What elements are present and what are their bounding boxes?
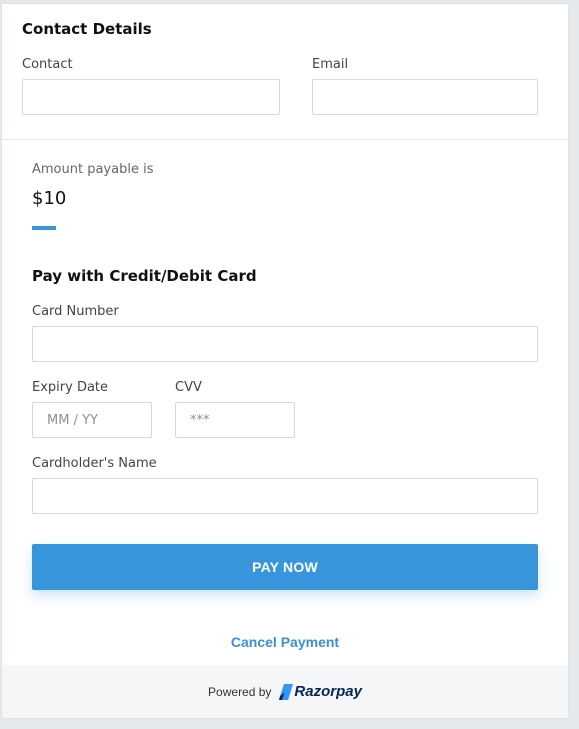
pay-now-button[interactable]: PAY NOW — [32, 544, 538, 590]
payment-card: Contact Details Contact Email Amount pay… — [2, 4, 568, 718]
contact-details-title: Contact Details — [22, 20, 152, 38]
amount-payable-value: $10 — [32, 188, 67, 209]
footer: Powered by Razorpay — [2, 665, 568, 718]
accent-divider — [32, 226, 56, 230]
email-input[interactable] — [312, 79, 538, 115]
contact-label: Contact — [22, 57, 73, 72]
card-number-input[interactable] — [32, 326, 538, 362]
card-payment-title: Pay with Credit/Debit Card — [32, 267, 257, 285]
razorpay-wordmark: Razorpay — [294, 683, 362, 700]
email-label: Email — [312, 57, 349, 72]
contact-details-section: Contact Details Contact Email — [2, 4, 568, 140]
razorpay-logo: Razorpay — [279, 683, 362, 700]
expiry-date-label: Expiry Date — [32, 380, 109, 395]
cvv-input[interactable] — [175, 402, 295, 438]
contact-input[interactable] — [22, 79, 280, 115]
amount-payable-label: Amount payable is — [32, 162, 154, 177]
card-number-label: Card Number — [32, 304, 119, 319]
razorpay-logo-icon — [279, 683, 294, 700]
expiry-date-input[interactable] — [32, 402, 152, 438]
cvv-label: CVV — [175, 380, 202, 395]
cardholder-name-input[interactable] — [32, 478, 538, 514]
cancel-payment-link[interactable]: Cancel Payment — [2, 634, 568, 650]
powered-by-text: Powered by — [208, 684, 272, 699]
cardholder-name-label: Cardholder's Name — [32, 456, 157, 471]
